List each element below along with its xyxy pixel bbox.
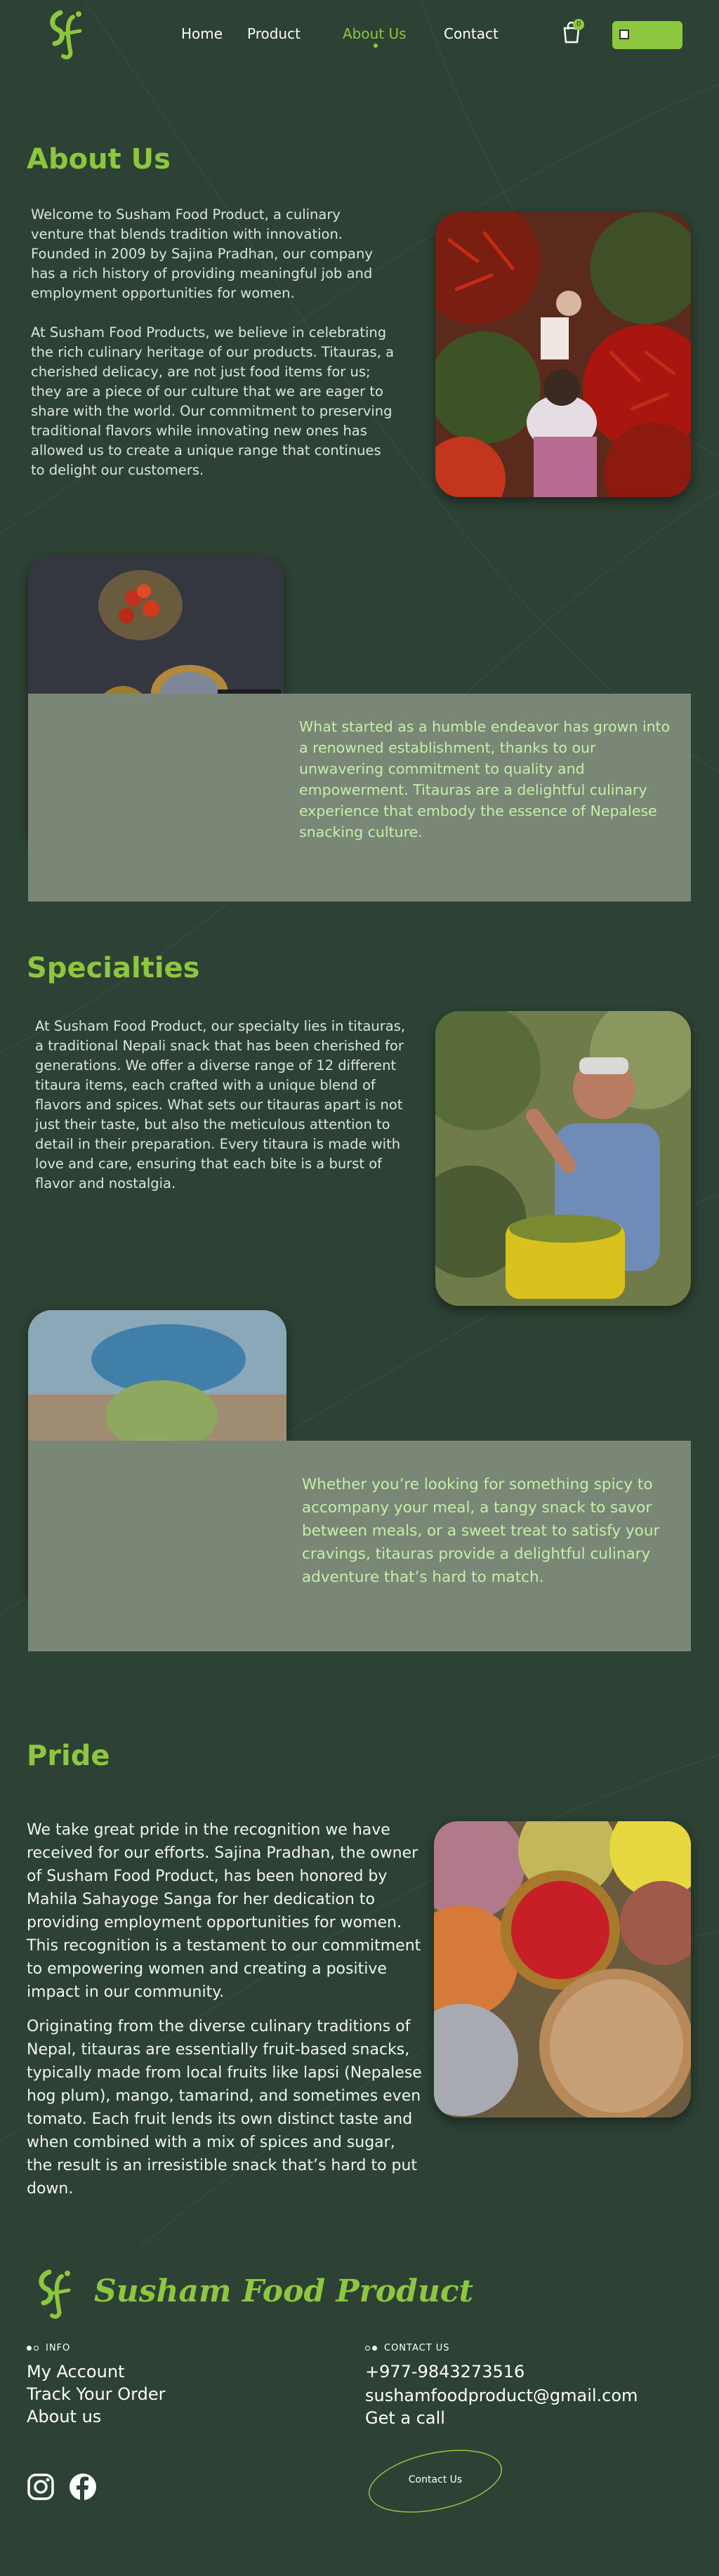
flag-icon	[619, 29, 629, 39]
footer-logo-icon[interactable]	[28, 2266, 77, 2323]
nav-product[interactable]: Product	[247, 25, 301, 42]
pride-paragraph-1: We take great pride in the recognition w…	[27, 1821, 421, 2001]
candied-fruit-baskets-photo	[434, 1821, 691, 2118]
nav-contact[interactable]: Contact	[444, 25, 499, 42]
bullet-ring-icon	[34, 2346, 39, 2351]
nav-home[interactable]: Home	[181, 25, 223, 42]
about-title: About Us	[27, 143, 171, 176]
contact-heading: CONTACT US	[365, 2343, 450, 2353]
bullet-ring-icon	[365, 2346, 370, 2351]
about-paragraph-2: At Susham Food Products, we believe in c…	[31, 324, 395, 478]
email-link[interactable]: sushamfoodproduct@gmail.com	[365, 2384, 638, 2407]
top-navigation: Home Product About Us Contact 0	[0, 0, 719, 70]
specialties-paragraph: At Susham Food Product, our specialty li…	[35, 1018, 406, 1191]
bullet-dot-icon	[27, 2346, 32, 2351]
brand-logo[interactable]	[39, 7, 88, 63]
account-button[interactable]	[612, 21, 682, 49]
olive-picker-photo	[435, 1011, 691, 1306]
pride-title: Pride	[27, 1740, 110, 1772]
phone-link[interactable]: +977-9843273516	[365, 2360, 525, 2383]
contact-us-button[interactable]: Contact Us	[365, 2448, 506, 2515]
about-us-link[interactable]: About us	[27, 2405, 101, 2428]
nav-about-us[interactable]: About Us	[343, 25, 407, 42]
about-highlight-text: What started as a humble endeavor has gr…	[299, 718, 671, 840]
specialties-text: At Susham Food Product, our specialty li…	[35, 1017, 418, 1194]
track-order-link[interactable]: Track Your Order	[27, 2383, 166, 2405]
chili-market-photo	[435, 212, 691, 497]
cart-count-badge: 0	[573, 19, 584, 30]
contact-us-label: Contact Us	[408, 2474, 463, 2485]
footer-brand-name: Susham Food Product	[94, 2273, 474, 2309]
my-account-link[interactable]: My Account	[27, 2360, 124, 2383]
about-text: Welcome to Susham Food Product, a culina…	[31, 205, 396, 480]
facebook-icon[interactable]	[69, 2473, 97, 2501]
instagram-icon[interactable]	[27, 2473, 55, 2501]
get-a-call-link[interactable]: Get a call	[365, 2407, 445, 2429]
info-heading: INFO	[27, 2343, 70, 2353]
specialties-highlight-text: Whether you’re looking for something spi…	[302, 1476, 660, 1586]
about-paragraph-1: Welcome to Susham Food Product, a culina…	[31, 206, 373, 301]
pride-text: We take great pride in the recognition w…	[27, 1818, 423, 2200]
specialties-title: Specialties	[27, 952, 200, 984]
active-indicator	[374, 44, 378, 48]
bullet-dot-icon	[372, 2346, 377, 2351]
pride-paragraph-2: Originating from the diverse culinary tr…	[27, 2018, 422, 2198]
